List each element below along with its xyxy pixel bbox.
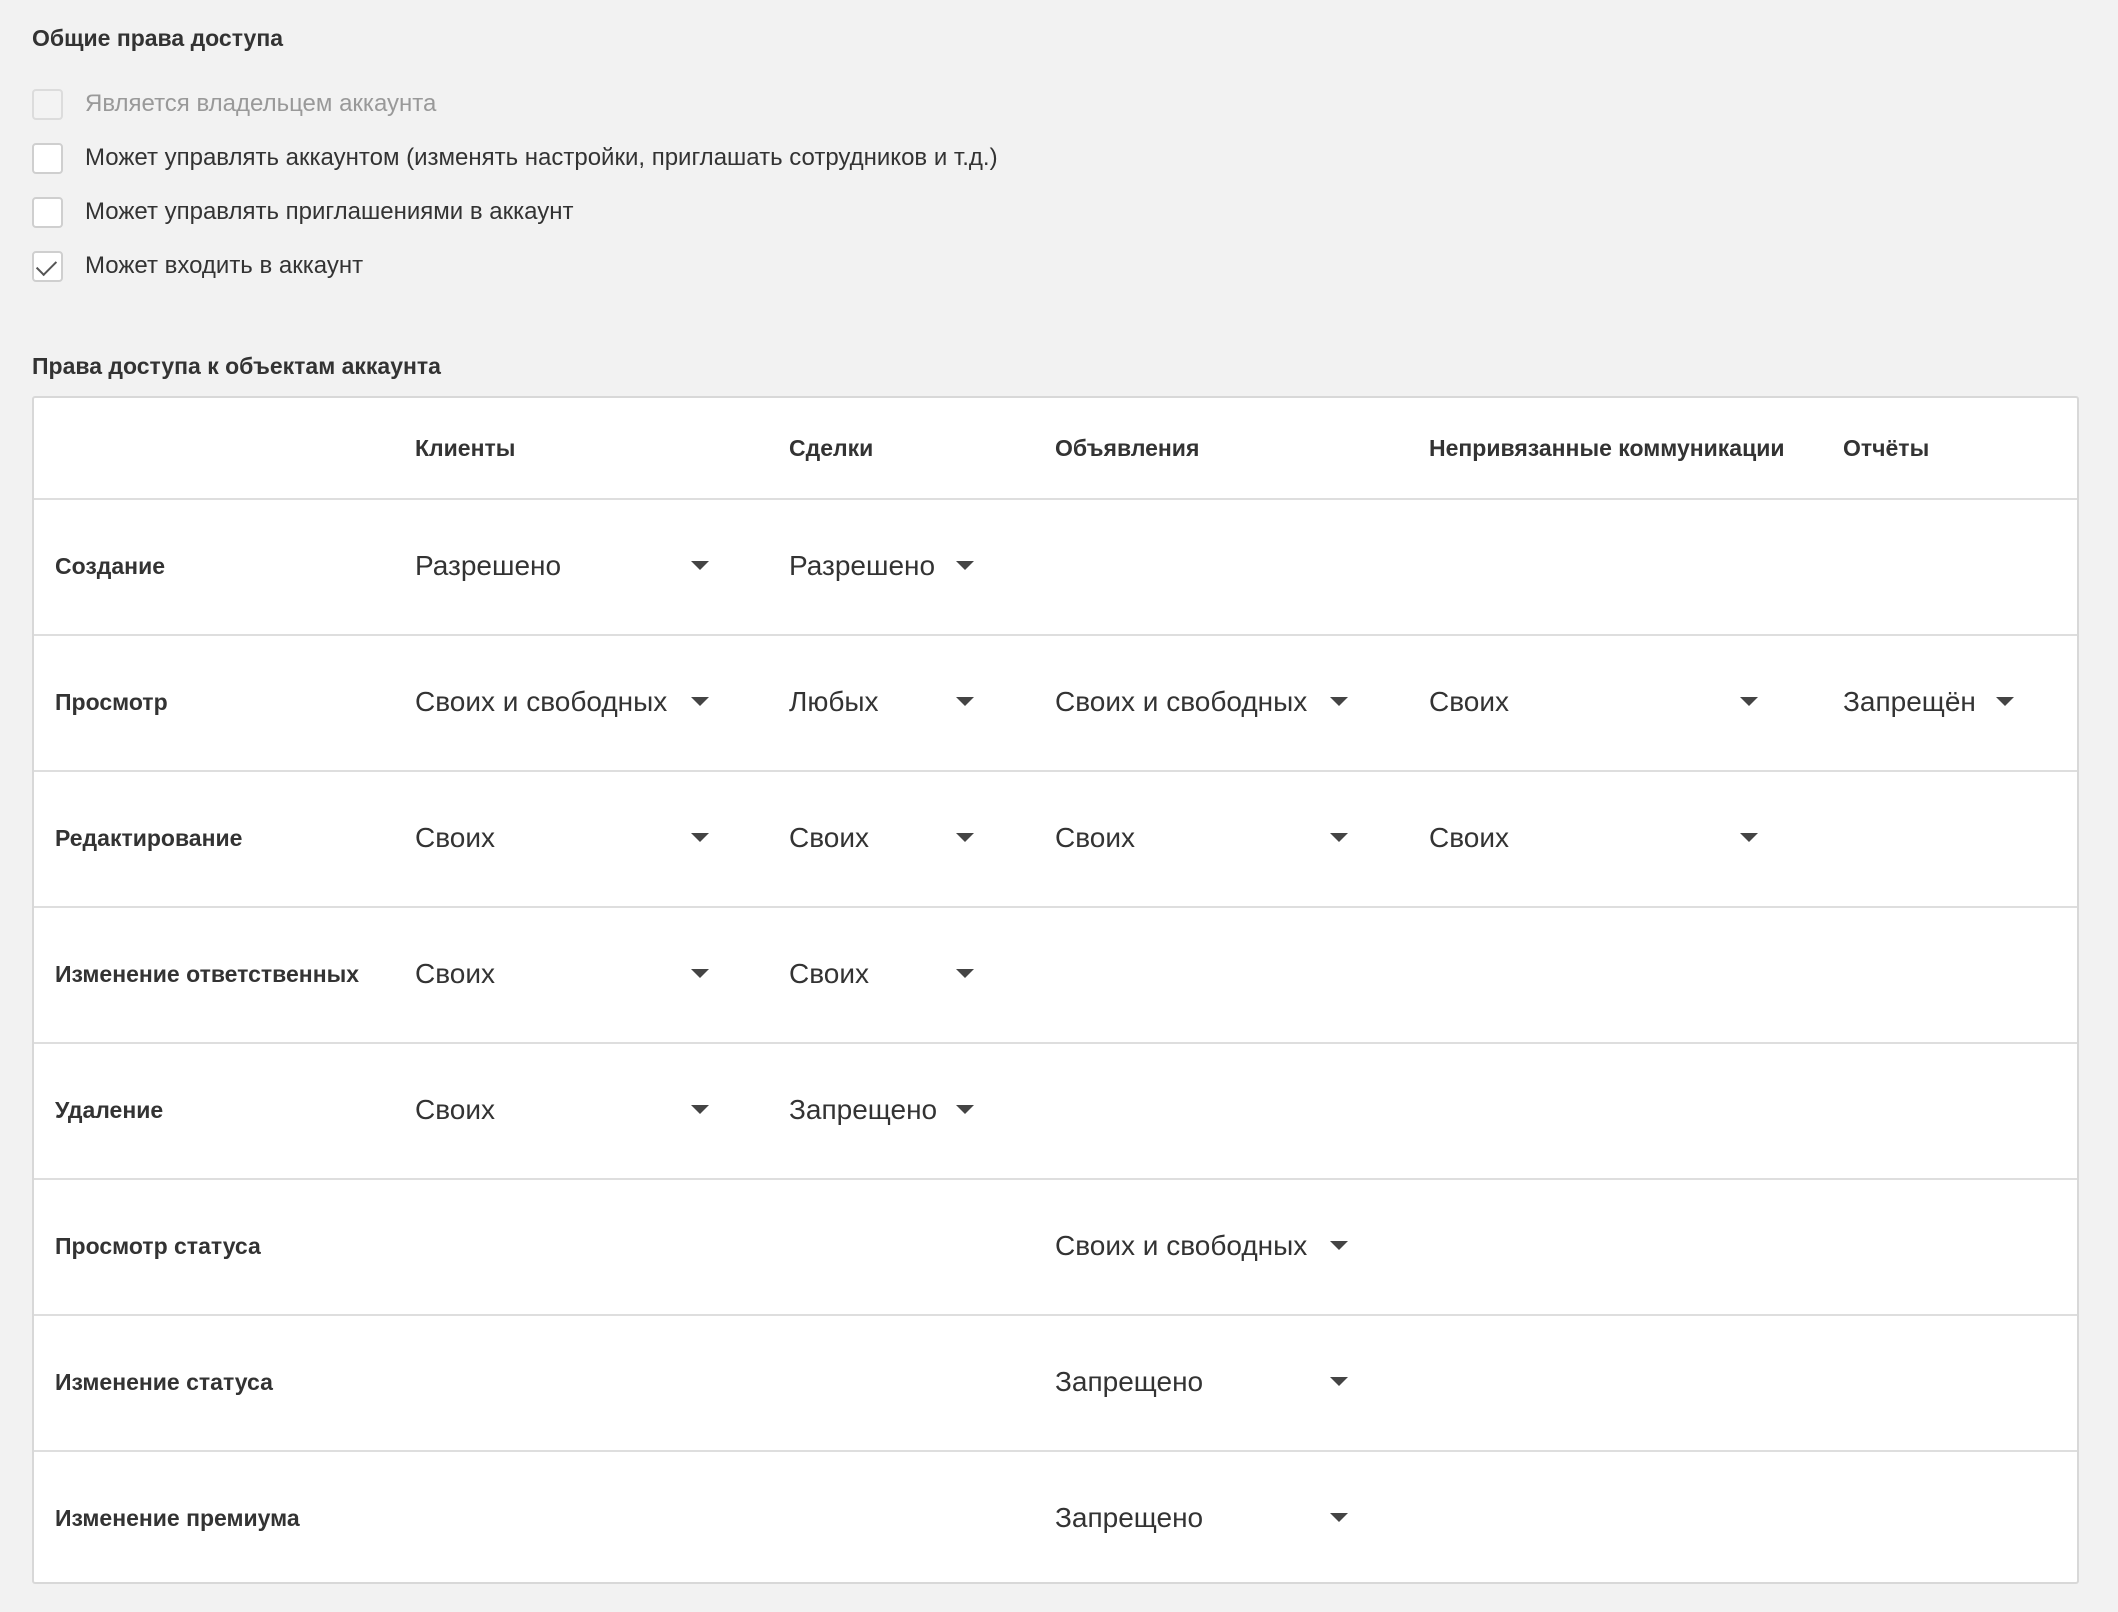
table-row: Изменение премиума Запрещено bbox=[34, 1450, 2077, 1586]
permission-select-value: Своих и свободных bbox=[1055, 1230, 1308, 1261]
permission-select-value: Разрешено bbox=[415, 550, 562, 581]
column-header: Объявления bbox=[1055, 434, 1200, 461]
permission-select[interactable]: Своих bbox=[789, 906, 974, 1042]
permission-select[interactable]: Своих и свободных bbox=[1055, 634, 1348, 770]
permission-select-value: Своих bbox=[415, 822, 495, 853]
table-row: Редактирование Своих Своих Своих Своих bbox=[34, 770, 2077, 908]
object-permissions-title: Права доступа к объектам аккаунта bbox=[32, 353, 441, 379]
caret-down-icon[interactable] bbox=[691, 833, 709, 842]
permission-select[interactable]: Своих bbox=[1055, 770, 1348, 906]
permission-checkbox[interactable] bbox=[32, 250, 63, 282]
permission-select-value: Своих bbox=[1055, 822, 1135, 853]
column-header: Непривязанные коммуникации bbox=[1429, 434, 1785, 461]
permission-select[interactable]: Своих bbox=[1429, 634, 1758, 770]
permission-select-value: Своих bbox=[1429, 822, 1509, 853]
table-row: Создание Разрешено Разрешено bbox=[34, 498, 2077, 636]
permission-select[interactable]: Своих bbox=[1429, 770, 1758, 906]
permission-select[interactable]: Своих bbox=[789, 770, 974, 906]
row-label: Создание bbox=[55, 552, 166, 579]
caret-down-icon[interactable] bbox=[691, 969, 709, 978]
permission-select[interactable]: Своих и свободных bbox=[1055, 1178, 1348, 1314]
permission-select[interactable]: Разрешено bbox=[415, 498, 709, 634]
caret-down-icon[interactable] bbox=[956, 561, 974, 570]
caret-down-icon[interactable] bbox=[1740, 697, 1758, 706]
caret-down-icon[interactable] bbox=[1740, 833, 1758, 842]
permission-checkbox-row[interactable]: Может входить в аккаунт bbox=[32, 248, 363, 284]
permission-select-value: Любых bbox=[789, 686, 879, 717]
permission-select-value: Разрешено bbox=[789, 550, 936, 581]
permissions-page: Общие права доступа Является владельцем … bbox=[0, 0, 2118, 1612]
permission-select[interactable]: Разрешено bbox=[789, 498, 974, 634]
caret-down-icon[interactable] bbox=[1996, 697, 2014, 706]
permission-select[interactable]: Любых bbox=[789, 634, 974, 770]
checkmark-icon bbox=[35, 254, 58, 276]
caret-down-icon[interactable] bbox=[956, 1105, 974, 1114]
table-row: Удаление Своих Запрещено bbox=[34, 1042, 2077, 1180]
caret-down-icon[interactable] bbox=[1330, 833, 1348, 842]
permissions-table: Клиенты Сделки Объявления Непривязанные ком… bbox=[32, 396, 2079, 1584]
permission-select-value: Запрещено bbox=[1055, 1502, 1204, 1533]
table-row: Изменение статуса Запрещено bbox=[34, 1314, 2077, 1452]
permission-select[interactable]: Своих bbox=[415, 770, 709, 906]
permission-select-value: Запрещено bbox=[1055, 1366, 1204, 1397]
permission-select-value: Своих и свободных bbox=[415, 686, 668, 717]
caret-down-icon[interactable] bbox=[691, 561, 709, 570]
row-label: Просмотр статуса bbox=[55, 1232, 261, 1259]
row-label: Удаление bbox=[55, 1096, 164, 1123]
table-row: Изменение ответственных Своих Своих bbox=[34, 906, 2077, 1044]
table-header: Клиенты Сделки Объявления Непривязанные ком… bbox=[34, 398, 2077, 500]
permission-select[interactable]: Запрещено bbox=[789, 1042, 974, 1178]
permission-select-value: Запрещено bbox=[789, 1094, 938, 1125]
permission-checkbox-row[interactable]: Может управлять аккаунтом (изменять наст… bbox=[32, 140, 998, 176]
permission-checkbox-label: Может входить в аккаунт bbox=[85, 252, 364, 279]
column-header: Клиенты bbox=[415, 434, 516, 461]
row-label: Изменение статуса bbox=[55, 1368, 273, 1395]
permission-select[interactable]: Запрещено bbox=[1055, 1314, 1348, 1450]
caret-down-icon[interactable] bbox=[956, 697, 974, 706]
table-row: Просмотр статуса Своих и свободных bbox=[34, 1178, 2077, 1316]
caret-down-icon[interactable] bbox=[956, 833, 974, 842]
permission-select-value: Своих bbox=[415, 958, 495, 989]
caret-down-icon[interactable] bbox=[691, 1105, 709, 1114]
caret-down-icon[interactable] bbox=[1330, 1513, 1348, 1522]
permission-select[interactable]: Своих bbox=[415, 1042, 709, 1178]
permission-checkbox-row: Является владельцем аккаунта bbox=[32, 86, 436, 122]
column-header: Сделки bbox=[789, 434, 874, 461]
permission-select[interactable]: Своих bbox=[415, 906, 709, 1042]
permission-checkbox-label: Может управлять приглашениями в аккаунт bbox=[85, 198, 574, 225]
caret-down-icon[interactable] bbox=[691, 697, 709, 706]
permission-checkbox-row[interactable]: Может управлять приглашениями в аккаунт bbox=[32, 194, 573, 230]
permission-select-value: Своих bbox=[415, 1094, 495, 1125]
permission-select-value: Запрещён bbox=[1843, 686, 1976, 717]
permission-select[interactable]: Своих и свободных bbox=[415, 634, 709, 770]
general-permissions-title: Общие права доступа bbox=[32, 25, 284, 51]
permission-checkbox bbox=[32, 88, 63, 120]
column-header: Отчёты bbox=[1843, 434, 1930, 461]
permission-checkbox[interactable] bbox=[32, 142, 63, 174]
row-label: Просмотр bbox=[55, 688, 168, 715]
table-row: Просмотр Своих и свободных Любых Своих и св… bbox=[34, 634, 2077, 772]
row-label: Изменение премиума bbox=[55, 1504, 300, 1531]
permission-select-value: Своих bbox=[1429, 686, 1509, 717]
caret-down-icon[interactable] bbox=[1330, 1377, 1348, 1386]
permission-select-value: Своих bbox=[789, 822, 869, 853]
row-label: Редактирование bbox=[55, 824, 243, 851]
row-label: Изменение ответственных bbox=[55, 960, 360, 987]
caret-down-icon[interactable] bbox=[1330, 697, 1348, 706]
permission-select-value: Своих и свободных bbox=[1055, 686, 1308, 717]
caret-down-icon[interactable] bbox=[1330, 1241, 1348, 1250]
permission-checkbox-label: Является владельцем аккаунта bbox=[85, 90, 437, 117]
permission-checkbox-label: Может управлять аккаунтом (изменять наст… bbox=[85, 144, 998, 171]
permission-select[interactable]: Запрещён bbox=[1843, 634, 2014, 770]
permission-select[interactable]: Запрещено bbox=[1055, 1450, 1348, 1586]
caret-down-icon[interactable] bbox=[956, 969, 974, 978]
permission-select-value: Своих bbox=[789, 958, 869, 989]
permission-checkbox[interactable] bbox=[32, 196, 63, 228]
